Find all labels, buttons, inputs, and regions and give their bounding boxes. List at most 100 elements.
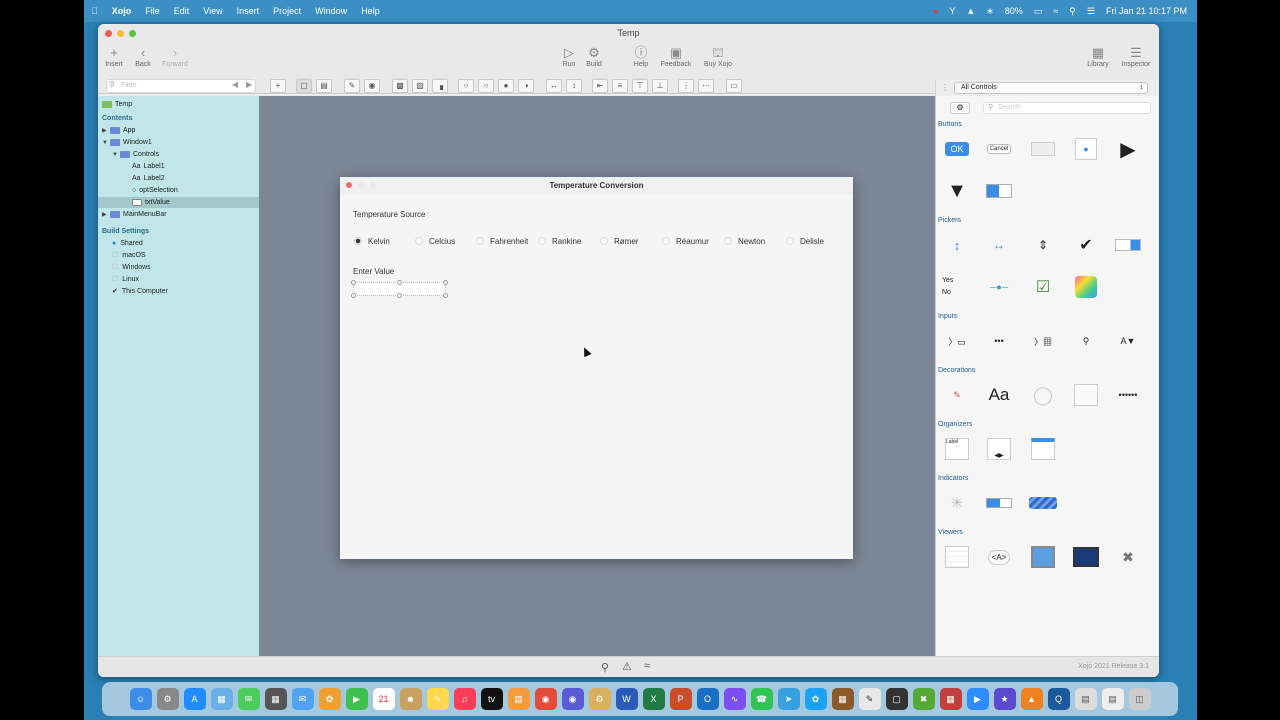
whatsapp-icon[interactable]: ☎ (750, 688, 773, 710)
utility-icon[interactable]: ⚙ (588, 688, 611, 710)
progress-wheel-control[interactable]: ✳ (942, 489, 972, 517)
menu-project[interactable]: Project (266, 6, 308, 16)
mail-icon[interactable]: ✉ (291, 688, 314, 710)
radio-celcius[interactable]: Celcius (415, 237, 455, 246)
yubikey-icon[interactable]: Y (949, 6, 955, 16)
battery-percent[interactable]: 80% (1005, 6, 1023, 16)
resize-handle[interactable] (443, 280, 448, 285)
nav-forward-arrow-icon[interactable]: ▶ (246, 80, 252, 89)
align-left-icon[interactable]: ⇤ (592, 79, 608, 93)
build-item-windows[interactable]: ☐ Windows (112, 262, 151, 273)
photos-icon[interactable]: ✿ (318, 688, 341, 710)
library-filter-dropdown[interactable]: All Controls ↕ (954, 82, 1148, 94)
messages-icon[interactable]: ≈ (644, 660, 650, 672)
order-icon-4[interactable]: ◑ (518, 79, 534, 93)
calculator-icon[interactable]: ▦ (264, 688, 287, 710)
build-button[interactable]: ⚙ Build (583, 44, 605, 68)
nav-item-txtvalue[interactable]: txtValue (98, 197, 259, 208)
add-item-button[interactable]: + (270, 79, 286, 93)
airplay-icon[interactable]: ▲ (966, 6, 975, 16)
help-button[interactable]: ⓘ Help (630, 44, 652, 68)
xojo-icon[interactable]: ✖ (912, 688, 935, 710)
pencil-icon[interactable]: ✎ (344, 79, 360, 93)
color-picker-control[interactable] (1071, 273, 1101, 301)
utility-icon-2[interactable]: ▦ (831, 688, 854, 710)
disclosure-down-icon[interactable]: ▼ (112, 150, 120, 161)
nav-project[interactable]: Temp (102, 99, 132, 110)
align-bottom-icon[interactable]: ⊥ (652, 79, 668, 93)
oval-control[interactable]: ◯ (1028, 381, 1058, 409)
radio-delisle[interactable]: Delisle (786, 237, 824, 246)
bevel-button-control[interactable] (1028, 135, 1058, 163)
xojo-plugin-control[interactable]: ✖ (1113, 543, 1143, 571)
menu-insert[interactable]: Insert (230, 6, 267, 16)
resize-handle[interactable] (397, 293, 402, 298)
books-icon[interactable]: ▤ (507, 688, 530, 710)
zoom-icon[interactable]: ▶ (966, 688, 989, 710)
progress-bar-control[interactable] (984, 489, 1014, 517)
apple-tv-icon[interactable]: tv (480, 688, 503, 710)
popup-menu-control[interactable] (1113, 231, 1143, 259)
resize-handle[interactable] (351, 280, 356, 285)
nav-item-window1[interactable]: ▼ Window1 (102, 137, 152, 148)
checkbox-control[interactable]: ✔ (1071, 231, 1101, 259)
date-checkmark-control[interactable]: ☑ (1028, 273, 1058, 301)
textedit-icon[interactable]: ✎ (858, 688, 881, 710)
imageviewer-control[interactable] (1028, 543, 1058, 571)
bring-front-icon[interactable]: ▗ (432, 79, 448, 93)
checkbox-icon[interactable]: ☐ (112, 264, 118, 271)
menu-edit[interactable]: Edit (167, 6, 197, 16)
radio-group-control[interactable]: Yes No (942, 273, 972, 301)
movieplayer-control[interactable] (1071, 543, 1101, 571)
disclosure-down-icon[interactable]: ▼ (102, 138, 110, 149)
slider-control[interactable]: ─●─ (984, 273, 1014, 301)
align-center-icon[interactable]: ≡ (612, 79, 628, 93)
fill-width-icon[interactable]: ↔ (546, 79, 562, 93)
radio-reaumur[interactable]: Réaumur (662, 237, 709, 246)
library-gear-button[interactable]: ⚙ (950, 102, 970, 114)
facetime-icon[interactable]: ▶ (345, 688, 368, 710)
rectangle-control[interactable] (1071, 381, 1101, 409)
app-icon-2[interactable]: ▦ (939, 688, 962, 710)
tabpanel-control[interactable] (1028, 435, 1058, 463)
code-view-button[interactable]: ▤ (316, 79, 332, 93)
chrome-icon[interactable]: ◉ (534, 688, 557, 710)
nav-item-label2[interactable]: Aa Label2 (132, 173, 165, 184)
disclosure-down-control[interactable]: ▼ (942, 177, 972, 205)
order-icon-2[interactable]: ○ (478, 79, 494, 93)
disclosure-right-icon[interactable]: ▶ (102, 210, 110, 221)
app-icon-3[interactable]: ★ (993, 688, 1016, 710)
order-icon-3[interactable]: ● (498, 79, 514, 93)
build-item-linux[interactable]: ☐ Linux (112, 274, 139, 285)
vlc-icon[interactable]: ▲ (1020, 688, 1043, 710)
twitter-icon[interactable]: ✿ (804, 688, 827, 710)
search-field-control[interactable]: ⚲ (1071, 327, 1101, 355)
radio-fahrenheit[interactable]: Fahrenheit (476, 237, 528, 246)
password-field-control[interactable]: ••• (984, 327, 1014, 355)
label-control[interactable]: Aa (984, 381, 1014, 409)
order-icon[interactable]: ○ (458, 79, 474, 93)
layout-view-button[interactable]: ▢ (296, 79, 312, 93)
resize-handle[interactable] (397, 280, 402, 285)
textarea-control[interactable]: 〉▦ (1028, 327, 1058, 355)
updown-arrows-control[interactable]: ↕ (942, 231, 972, 259)
launchpad-icon[interactable]: ▦ (210, 688, 233, 710)
back-button[interactable]: ‹ Back (132, 44, 154, 68)
drag-handle-icon[interactable]: ⋮ (941, 83, 949, 92)
inspector-button[interactable]: ☰ Inspector (1118, 44, 1154, 68)
nav-item-optselection[interactable]: ○ optSelection (132, 185, 178, 196)
app-icon[interactable]: ◉ (561, 688, 584, 710)
xojo-app-icon[interactable]: ▢ (885, 688, 908, 710)
wifi-icon[interactable]: ≈ (1053, 6, 1058, 16)
disclosure-triangle-control[interactable]: ▶ (1113, 135, 1143, 163)
combobox-control[interactable]: A▼ (1113, 327, 1143, 355)
disclosure-right-icon[interactable]: ▶ (102, 126, 110, 137)
word-icon[interactable]: W (615, 688, 638, 710)
ungroup-icon[interactable]: ▨ (412, 79, 428, 93)
messages-icon[interactable]: ✉ (237, 688, 260, 710)
menu-help[interactable]: Help (354, 6, 387, 16)
separator-control[interactable]: •••••• (1113, 381, 1143, 409)
nav-item-mainmenubar[interactable]: ▶ MainMenuBar (102, 209, 167, 220)
indeterminate-bar-control[interactable] (1028, 489, 1058, 517)
notes-icon[interactable]: ✎ (426, 688, 449, 710)
